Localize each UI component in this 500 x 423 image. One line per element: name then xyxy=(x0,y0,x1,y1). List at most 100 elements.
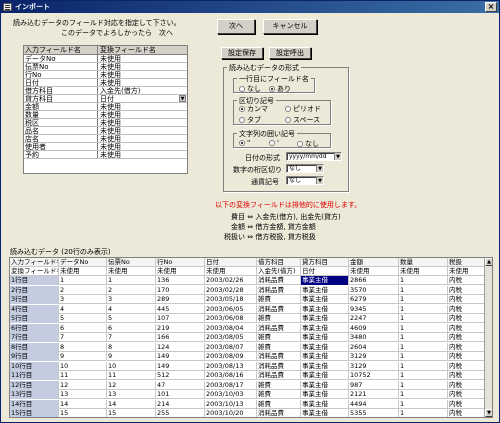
convert-field-select[interactable]: 未使用 xyxy=(98,135,187,142)
table-cell[interactable]: 4609 xyxy=(349,323,399,333)
mapping-row[interactable]: データNo 未使用 xyxy=(24,55,187,63)
table-cell[interactable]: 8 xyxy=(107,342,156,352)
next-button[interactable]: 次へ xyxy=(217,19,255,34)
row-header-cell[interactable]: 15行目 xyxy=(10,409,59,417)
table-cell[interactable]: 2003/08/05 xyxy=(205,333,257,342)
table-cell[interactable]: 1 xyxy=(399,304,448,314)
table-cell[interactable]: 内税 xyxy=(448,399,485,409)
table-cell[interactable]: 149 xyxy=(156,361,205,371)
table-cell[interactable]: 事業主借 xyxy=(301,276,349,285)
table-cell[interactable]: 雑費 xyxy=(257,295,301,304)
table-cell[interactable]: 内税 xyxy=(448,361,485,371)
field-mapping-grid[interactable]: 入力フィールド名 変換フィールド名 データNo 未使用 伝票No 未使用 行No 未使用 日付未… xyxy=(23,45,188,174)
mapping-row[interactable]: 数量 未使用 xyxy=(24,111,187,119)
row-header-cell[interactable]: 10行目 xyxy=(10,361,59,371)
table-cell[interactable]: 雑費 xyxy=(257,314,301,323)
table-cell[interactable]: 雑費 xyxy=(257,380,301,390)
table-cell[interactable]: 1 xyxy=(399,352,448,361)
table-cell[interactable]: 6 xyxy=(107,323,156,333)
quote-option-none[interactable]: なし xyxy=(297,139,319,149)
row-header-cell[interactable]: 8行目 xyxy=(10,342,59,352)
convert-field-select[interactable]: 未使用 xyxy=(98,119,187,126)
first-row-option-yes[interactable]: あり xyxy=(269,84,291,94)
row-header-cell[interactable]: 4行目 xyxy=(10,304,59,314)
table-row[interactable]: 8行目 8 8 124 2003/08/07 雑費 事業主借 2604 1 内税 xyxy=(10,342,492,352)
table-cell[interactable]: 2003/10/03 xyxy=(205,390,257,399)
title-bar[interactable]: インポート × xyxy=(1,1,499,13)
table-cell[interactable]: 2003/08/09 xyxy=(205,352,257,361)
table-cell[interactable]: 内税 xyxy=(448,380,485,390)
vertical-scrollbar[interactable]: ▲ ▼ xyxy=(484,258,492,417)
table-cell[interactable]: 内税 xyxy=(448,333,485,342)
quote-option-single[interactable]: ' xyxy=(269,139,279,147)
row-header-cell[interactable]: 12行目 xyxy=(10,380,59,390)
table-cell[interactable]: 消耗品費 xyxy=(257,276,301,285)
date-format-select[interactable]: yyyy/mm/dd ▼ xyxy=(286,152,342,161)
table-cell[interactable]: 214 xyxy=(156,399,205,409)
table-cell[interactable]: 2 xyxy=(59,285,107,295)
table-cell[interactable]: 内税 xyxy=(448,304,485,314)
table-cell[interactable]: 987 xyxy=(349,380,399,390)
table-cell[interactable]: 事業主借 xyxy=(301,390,349,399)
table-cell[interactable]: 内税 xyxy=(448,352,485,361)
table-cell[interactable]: 1 xyxy=(399,314,448,323)
convert-field-select[interactable]: 未使用 xyxy=(98,103,187,110)
table-cell[interactable]: 2003/08/17 xyxy=(205,380,257,390)
convert-field-select[interactable]: 未使用 xyxy=(98,79,187,86)
table-row[interactable]: 10行目 10 10 149 2003/08/13 消耗品費 事業主借 3129 1 内税 xyxy=(10,361,492,371)
table-row[interactable]: 5行目 5 5 107 2003/06/08 雑費 事業主借 2247 1 内税 xyxy=(10,314,492,323)
table-cell[interactable]: 47 xyxy=(156,380,205,390)
table-cell[interactable]: 10752 xyxy=(349,371,399,380)
currency-select[interactable]: なし ▼ xyxy=(286,176,324,185)
table-cell[interactable]: 5 xyxy=(59,314,107,323)
table-cell[interactable]: 1 xyxy=(107,276,156,285)
table-cell[interactable]: 255 xyxy=(156,409,205,417)
table-cell[interactable]: 消耗品費 xyxy=(257,371,301,380)
table-cell[interactable]: 2003/02/28 xyxy=(205,285,257,295)
row-header-cell[interactable]: 7行目 xyxy=(10,333,59,342)
table-cell[interactable]: 289 xyxy=(156,295,205,304)
row-header-cell[interactable]: 11行目 xyxy=(10,371,59,380)
chevron-down-icon[interactable]: ▼ xyxy=(316,177,323,184)
table-cell[interactable]: 事業主借 xyxy=(301,323,349,333)
table-cell[interactable]: 14 xyxy=(59,399,107,409)
table-cell[interactable]: 2003/02/26 xyxy=(205,276,257,285)
table-row[interactable]: 3行目 3 3 289 2003/05/18 雑費 事業主借 6279 1 内税 xyxy=(10,295,492,304)
number-separator-select[interactable]: なし ▼ xyxy=(286,164,324,173)
table-cell[interactable]: 10 xyxy=(59,361,107,371)
table-row[interactable]: 14行目 14 14 214 2003/10/13 雑費 事業主借 4494 1 内税 xyxy=(10,399,492,409)
table-cell[interactable]: 1 xyxy=(399,380,448,390)
column-header-cell[interactable]: 未使用 xyxy=(107,267,156,276)
table-cell[interactable]: 3570 xyxy=(349,285,399,295)
column-header-cell[interactable]: 未使用 xyxy=(349,267,399,276)
table-cell[interactable]: 2121 xyxy=(349,390,399,399)
table-cell[interactable]: 2866 xyxy=(349,276,399,285)
table-cell[interactable]: 消耗品費 xyxy=(257,409,301,417)
table-cell[interactable]: 事業主借 xyxy=(301,399,349,409)
mapping-row[interactable]: 税区 未使用 xyxy=(24,119,187,127)
table-cell[interactable]: 1 xyxy=(399,342,448,352)
table-cell[interactable]: 512 xyxy=(156,371,205,380)
table-cell[interactable]: 8 xyxy=(59,342,107,352)
table-cell[interactable]: 内税 xyxy=(448,314,485,323)
table-cell[interactable]: 5355 xyxy=(349,409,399,417)
convert-field-select[interactable]: 未使用 xyxy=(98,55,187,62)
first-row-option-none[interactable]: なし xyxy=(239,84,261,94)
table-cell[interactable]: 消耗品費 xyxy=(257,323,301,333)
delimiter-option-comma[interactable]: カンマ xyxy=(239,104,268,114)
table-cell[interactable]: 2003/08/13 xyxy=(205,361,257,371)
table-cell[interactable]: 12 xyxy=(107,380,156,390)
table-cell[interactable]: 事業主借 xyxy=(301,380,349,390)
table-row[interactable]: 1行目 1 1 136 2003/02/26 消耗品費 事業主借 2866 1 内税 xyxy=(10,276,492,285)
table-cell[interactable]: 166 xyxy=(156,333,205,342)
table-row[interactable]: 2行目 2 2 170 2003/02/28 消耗品費 事業主借 3570 1 内税 xyxy=(10,285,492,295)
table-cell[interactable]: 3129 xyxy=(349,352,399,361)
table-cell[interactable]: 2003/10/13 xyxy=(205,399,257,409)
scroll-down-icon[interactable]: ▼ xyxy=(485,409,492,417)
row-header-cell[interactable]: 2行目 xyxy=(10,285,59,295)
mapping-row[interactable]: 品名 未使用 xyxy=(24,127,187,135)
mapping-row[interactable]: 予約 未使用 xyxy=(24,151,187,159)
mapping-row[interactable]: 日付 未使用 xyxy=(24,79,187,87)
mapping-row[interactable]: 金額 未使用 xyxy=(24,103,187,111)
convert-field-select[interactable]: 未使用 xyxy=(98,63,187,70)
